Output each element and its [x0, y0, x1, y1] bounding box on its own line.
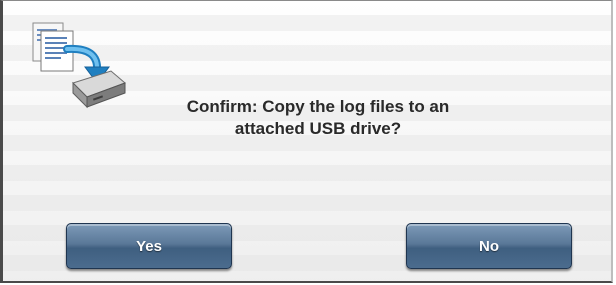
- no-button[interactable]: No: [406, 223, 572, 269]
- confirm-dialog: Confirm: Copy the log files to an attach…: [0, 0, 613, 283]
- confirm-message-line-1: Confirm: Copy the log files to an: [186, 97, 450, 116]
- confirm-message-line-2: attached USB drive?: [234, 119, 402, 138]
- copy-to-usb-drive-icon: [32, 22, 126, 109]
- confirm-message: Confirm: Copy the log files to an attach…: [123, 96, 513, 140]
- yes-button[interactable]: Yes: [66, 223, 232, 269]
